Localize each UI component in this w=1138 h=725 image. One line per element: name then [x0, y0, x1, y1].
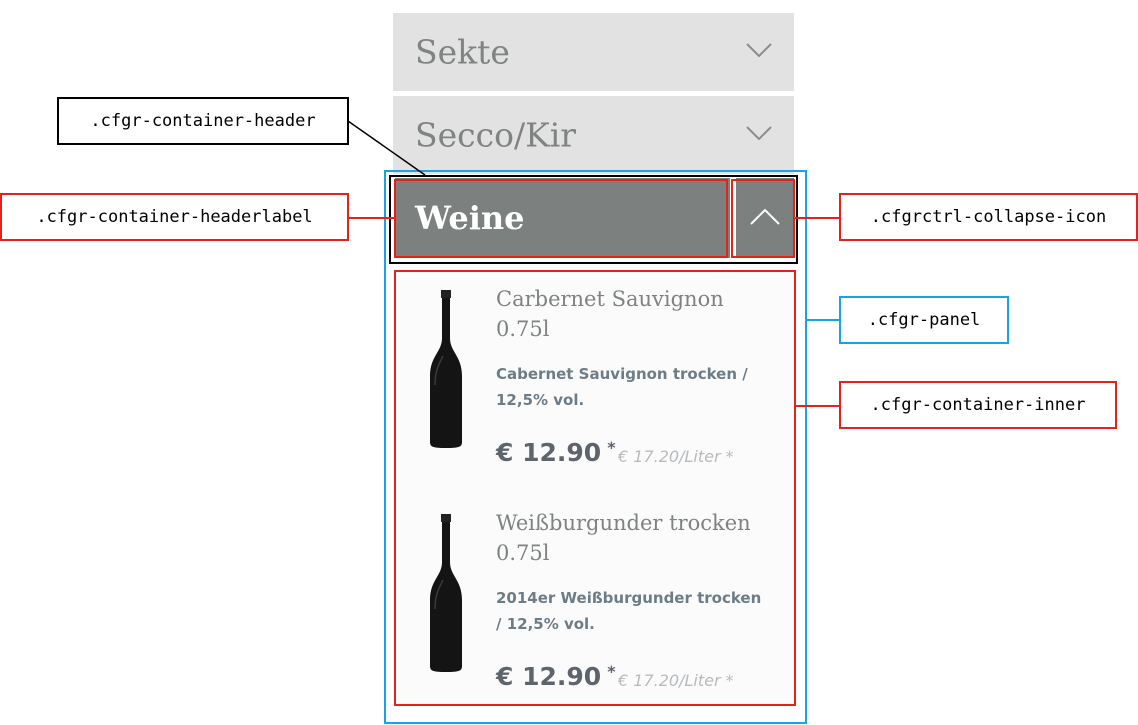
annotation-container-headerlabel: .cfgr-container-headerlabel — [0, 193, 349, 241]
annotation-container-inner: .cfgr-container-inner — [839, 381, 1117, 429]
annotation-panel: .cfgr-panel — [839, 296, 1009, 344]
annotation-collapse-icon: .cfgrctrl-collapse-icon — [839, 193, 1138, 241]
annotation-container-header: .cfgr-container-header — [57, 97, 349, 145]
